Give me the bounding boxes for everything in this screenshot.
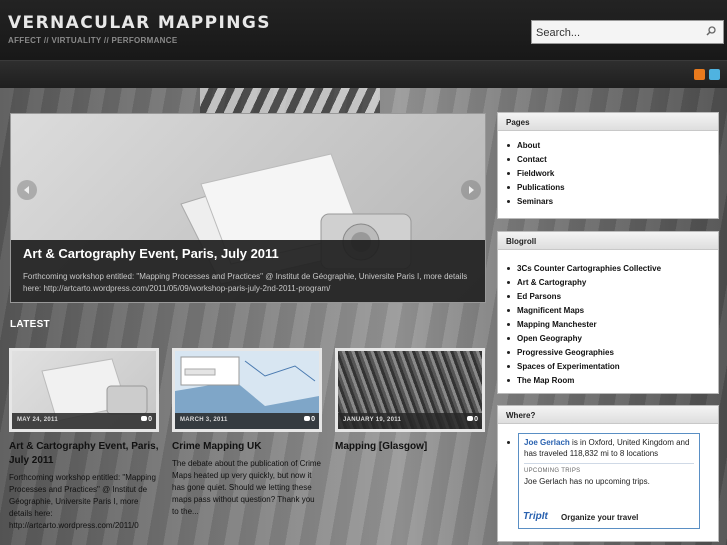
- post-date: JANUARY 19, 2011: [343, 417, 402, 423]
- blogroll-link[interactable]: The Map Room: [507, 374, 718, 388]
- post-thumbnail[interactable]: MAY 24, 2011 0: [9, 348, 159, 432]
- nav-bar: [0, 60, 727, 88]
- featured-slider[interactable]: Art & Cartography Event, Paris, July 201…: [10, 113, 486, 303]
- post-title[interactable]: Crime Mapping UK: [172, 440, 322, 454]
- thumbnail-meta-bar: MAY 24, 2011 0: [12, 413, 156, 429]
- tripit-badge: Joe Gerlach is in Oxford, United Kingdom…: [518, 433, 700, 529]
- tripit-slogan[interactable]: Organize your travel: [561, 513, 638, 522]
- slide-caption: Art & Cartography Event, Paris, July 201…: [11, 240, 485, 302]
- post-title[interactable]: Mapping [Glasgow]: [335, 440, 485, 454]
- comment-count[interactable]: 0: [304, 416, 315, 423]
- comment-icon: [141, 416, 148, 421]
- blogroll-link[interactable]: Magnificent Maps: [507, 304, 718, 318]
- page-link-publications[interactable]: Publications: [507, 181, 718, 195]
- upcoming-trips-label: UPCOMING TRIPS: [524, 468, 581, 474]
- comment-icon: [467, 416, 474, 421]
- comment-count[interactable]: 0: [467, 416, 478, 423]
- pages-widget: Pages About Contact Fieldwork Publicatio…: [497, 112, 719, 219]
- post-card: MAY 24, 2011 0 Art & Cartography Event, …: [9, 348, 159, 532]
- twitter-icon[interactable]: [709, 69, 720, 80]
- search-box: [531, 20, 724, 44]
- latest-heading: LATEST: [10, 319, 50, 330]
- tripit-user-link[interactable]: Joe Gerlach: [524, 438, 570, 447]
- page-link-about[interactable]: About: [507, 139, 718, 153]
- divider: [524, 463, 694, 464]
- rss-icon[interactable]: [694, 69, 705, 80]
- comment-count-value: 0: [311, 416, 315, 423]
- slider-next-button[interactable]: [461, 180, 481, 200]
- slider-prev-button[interactable]: [17, 180, 37, 200]
- blogroll-link[interactable]: Spaces of Experimentation: [507, 360, 718, 374]
- site-title[interactable]: VERNACULAR MAPPINGS: [8, 13, 271, 33]
- post-excerpt: The debate about the publication of Crim…: [172, 459, 321, 516]
- search-input[interactable]: [536, 25, 696, 41]
- post-card: MARCH 3, 2011 0 Crime Mapping UK The deb…: [172, 348, 322, 518]
- page-link-seminars[interactable]: Seminars: [507, 195, 718, 209]
- page-link-fieldwork[interactable]: Fieldwork: [507, 167, 718, 181]
- blogroll-widget: Blogroll 3Cs Counter Cartographies Colle…: [497, 231, 719, 394]
- blogroll-link[interactable]: Progressive Geographies: [507, 346, 718, 360]
- thumbnail-meta-bar: JANUARY 19, 2011 0: [338, 413, 482, 429]
- page-link-contact[interactable]: Contact: [507, 153, 718, 167]
- comment-count-value: 0: [474, 416, 478, 423]
- blogroll-link[interactable]: Mapping Manchester: [507, 318, 718, 332]
- widget-title: Blogroll: [498, 232, 718, 250]
- blogroll-list: 3Cs Counter Cartographies Collective Art…: [498, 250, 718, 392]
- list-bullet: [507, 441, 510, 444]
- post-excerpt: Forthcoming workshop entitled: "Mapping …: [9, 473, 156, 530]
- blogroll-link[interactable]: Open Geography: [507, 332, 718, 346]
- blogroll-link[interactable]: Art & Cartography: [507, 276, 718, 290]
- comment-icon: [304, 416, 311, 421]
- site-header: VERNACULAR MAPPINGS AFFECT // VIRTUALITY…: [0, 0, 727, 60]
- upcoming-trips-text: Joe Gerlach has no upcoming trips.: [524, 477, 650, 486]
- tripit-logo[interactable]: TripIt: [523, 511, 548, 522]
- blogroll-link[interactable]: 3Cs Counter Cartographies Collective: [507, 262, 718, 276]
- comment-count-value: 0: [148, 416, 152, 423]
- widget-title: Pages: [498, 113, 718, 131]
- blogroll-link[interactable]: Ed Parsons: [507, 290, 718, 304]
- post-date: MARCH 3, 2011: [180, 417, 228, 423]
- comment-count[interactable]: 0: [141, 416, 152, 423]
- search-icon[interactable]: [706, 26, 716, 36]
- slide-text: Forthcoming workshop entitled: "Mapping …: [23, 272, 468, 293]
- post-card: JANUARY 19, 2011 0 Mapping [Glasgow]: [335, 348, 485, 454]
- post-date: MAY 24, 2011: [17, 417, 58, 423]
- post-thumbnail[interactable]: MARCH 3, 2011 0: [172, 348, 322, 432]
- where-widget: Where? Joe Gerlach is in Oxford, United …: [497, 405, 719, 542]
- post-title[interactable]: Art & Cartography Event, Paris, July 201…: [9, 440, 159, 468]
- post-thumbnail[interactable]: JANUARY 19, 2011 0: [335, 348, 485, 432]
- widget-title: Where?: [498, 406, 718, 424]
- pages-list: About Contact Fieldwork Publications Sem…: [498, 131, 718, 213]
- site-tagline: AFFECT // VIRTUALITY // PERFORMANCE: [8, 36, 178, 45]
- tripit-status: Joe Gerlach is in Oxford, United Kingdom…: [524, 437, 694, 459]
- slide-title[interactable]: Art & Cartography Event, Paris, July 201…: [23, 246, 475, 261]
- thumbnail-meta-bar: MARCH 3, 2011 0: [175, 413, 319, 429]
